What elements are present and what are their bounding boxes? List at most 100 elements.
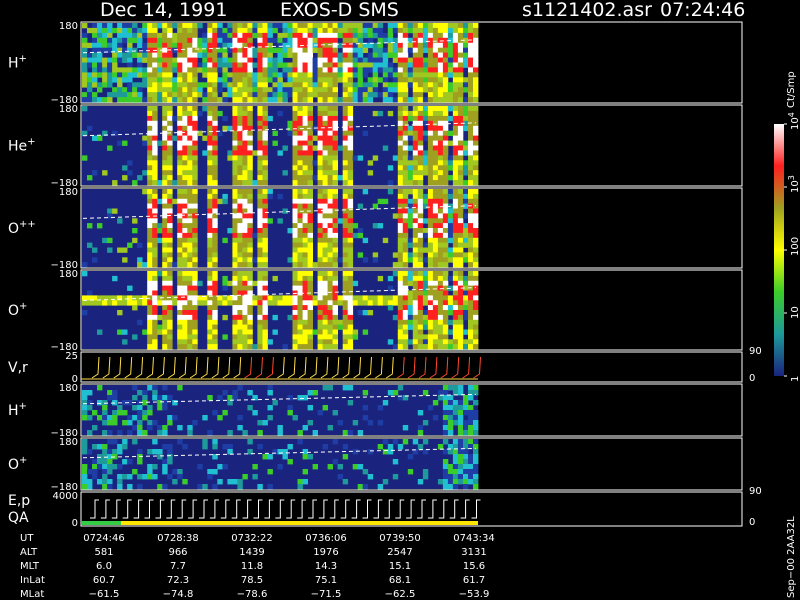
heatmap-cell — [427, 160, 434, 166]
heatmap-cell — [187, 324, 193, 330]
heatmap-cell — [327, 106, 333, 112]
heatmap-cell — [352, 295, 359, 301]
heatmap-cell — [282, 27, 288, 34]
heatmap-cell — [297, 237, 303, 244]
heatmap-cell — [402, 242, 409, 248]
heatmap-cell — [322, 280, 328, 287]
heatmap-cell — [312, 62, 318, 68]
heatmap-cell — [257, 52, 263, 58]
velocity-trace — [342, 356, 351, 379]
heatmap-cell — [307, 405, 313, 411]
heatmap-cell — [237, 242, 243, 248]
heatmap-cell — [437, 155, 444, 161]
heatmap-cell — [232, 300, 238, 306]
heatmap-cell — [112, 72, 118, 78]
heatmap-cell — [452, 474, 459, 480]
heatmap-cell — [232, 175, 238, 181]
heatmap-cell — [412, 232, 419, 239]
heatmap-cell — [272, 77, 278, 83]
heatmap-cell — [137, 97, 143, 103]
heatmap-cell — [177, 180, 183, 186]
heatmap-cell — [267, 77, 273, 83]
heatmap-cell — [407, 57, 414, 63]
heatmap-cell — [177, 334, 183, 340]
heatmap-cell — [297, 62, 303, 68]
heatmap-cell — [162, 97, 168, 103]
heatmap-cell — [182, 110, 188, 117]
heatmap-cell — [227, 82, 233, 88]
heatmap-cell — [242, 275, 248, 282]
heatmap-cell — [212, 218, 218, 224]
heatmap-cell — [442, 170, 449, 176]
heatmap-cell — [317, 285, 323, 291]
heatmap-cell — [392, 474, 399, 480]
heatmap-cell — [182, 72, 188, 78]
heatmap-cell — [402, 47, 409, 53]
heatmap-cell — [432, 23, 439, 29]
heatmap-cell — [382, 439, 389, 445]
heatmap-cell — [307, 189, 313, 195]
heatmap-cell — [402, 257, 409, 263]
heatmap-cell — [147, 232, 153, 239]
heatmap-cell — [107, 479, 113, 485]
heatmap-cell — [457, 454, 464, 460]
energy-step — [111, 499, 121, 519]
heatmap-cell — [152, 120, 158, 127]
heatmap-cell — [147, 106, 153, 112]
heatmap-cell — [222, 464, 228, 470]
heatmap-cell — [412, 125, 419, 132]
heatmap-cell — [242, 228, 248, 234]
energy-step — [231, 499, 241, 519]
heatmap-cell — [287, 72, 293, 78]
heatmap-cell — [312, 82, 318, 88]
heatmap-cell — [317, 42, 323, 49]
heatmap-cell — [347, 430, 354, 436]
heatmap-cell — [442, 344, 449, 350]
heatmap-cell — [327, 285, 333, 291]
heatmap-cell — [82, 469, 88, 475]
heatmap-cell — [412, 208, 419, 214]
heatmap-cell — [347, 252, 354, 258]
heatmap-cell — [297, 479, 303, 485]
heatmap-cell — [342, 237, 349, 244]
heatmap-cell — [227, 444, 233, 450]
heatmap-cell — [247, 247, 253, 253]
heatmap-cell — [262, 324, 268, 330]
heatmap-cell — [187, 295, 193, 301]
colorbar-tick-exp: 4 — [787, 112, 796, 117]
heatmap-cell — [427, 97, 434, 103]
heatmap-cell — [97, 52, 103, 58]
heatmap-cell — [397, 242, 404, 248]
heatmap-cell — [457, 405, 464, 411]
heatmap-cell — [87, 405, 93, 411]
heatmap-cell — [407, 67, 414, 73]
heatmap-cell — [452, 271, 459, 277]
heatmap-cell — [452, 314, 459, 321]
heatmap-cell — [297, 92, 303, 98]
heatmap-cell — [232, 324, 238, 330]
heatmap-cell — [192, 165, 198, 171]
heatmap-cell — [202, 484, 208, 490]
heatmap-cell — [402, 290, 409, 296]
heatmap-cell — [332, 82, 338, 88]
heatmap-cell — [468, 395, 474, 401]
heatmap-cell — [412, 77, 419, 83]
heatmap-cell — [457, 415, 464, 421]
heatmap-cell — [187, 247, 193, 253]
heatmap-cell — [297, 430, 303, 436]
heatmap-cell — [222, 314, 228, 321]
panel-ep: 40000E,pQA900 — [8, 486, 762, 529]
heatmap-cell — [332, 23, 338, 29]
heatmap-cell — [192, 290, 198, 296]
heatmap-cell — [347, 170, 354, 176]
heatmap-cell — [257, 120, 263, 127]
footer-cell: 1976 — [313, 547, 338, 558]
heatmap-cell — [473, 203, 479, 209]
heatmap-cell — [468, 32, 474, 39]
heatmap-cell — [322, 42, 328, 49]
heatmap-cell — [457, 252, 464, 258]
heatmap-cell — [322, 339, 328, 345]
heatmap-cell — [302, 223, 308, 229]
heatmap-cell — [187, 285, 193, 291]
heatmap-cell — [307, 213, 313, 219]
